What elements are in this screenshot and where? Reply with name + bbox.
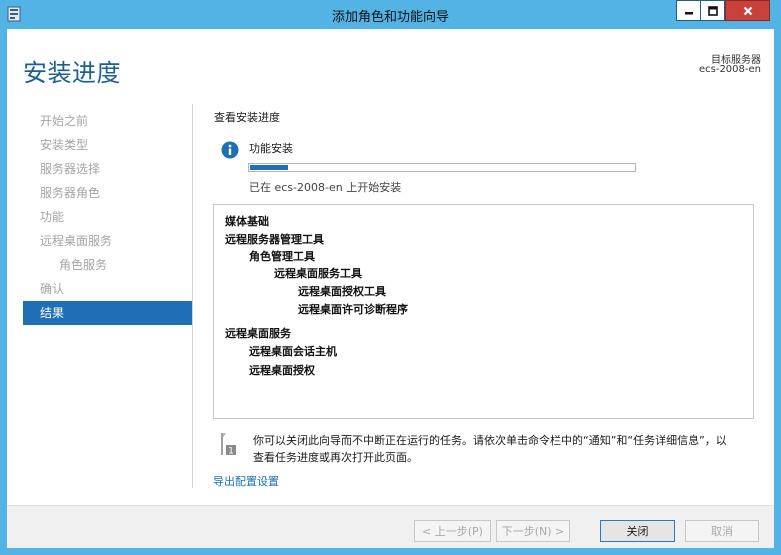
previous-button[interactable]: < 上一步(P) xyxy=(414,520,491,542)
nav-item-results[interactable]: 结果 xyxy=(23,301,192,325)
result-item: 远程桌面许可诊断程序 xyxy=(298,303,408,316)
nav-item-confirmation: 确认 xyxy=(40,282,65,296)
install-progress-bar xyxy=(248,163,636,172)
close-button[interactable]: 关闭 xyxy=(600,520,675,542)
info-icon xyxy=(221,141,239,159)
maximize-button[interactable] xyxy=(700,0,725,21)
cancel-button[interactable]: 取消 xyxy=(685,520,759,542)
result-item: 角色管理工具 xyxy=(249,250,315,263)
nav-divider xyxy=(192,104,193,488)
title-bar[interactable]: 添加角色和功能向导 xyxy=(0,0,781,29)
wizard-footer: < 上一步(P) 下一步(N) > 关闭 取消 xyxy=(7,505,774,548)
section-label: 查看安装进度 xyxy=(214,111,280,124)
nav-item-remote-desktop-services: 远程桌面服务 xyxy=(40,234,113,248)
close-icon xyxy=(743,6,752,15)
result-item: 媒体基础 xyxy=(225,215,269,228)
wizard-nav: 开始之前 安装类型 服务器选择 服务器角色 功能 远程桌面服务 角色服务 确认 … xyxy=(23,109,192,325)
close-wizard-note: 你可以关闭此向导而不中断正在运行的任务。请依次单击命令栏中的“通知”和“任务详细… xyxy=(253,432,761,466)
install-status-text: 已在 ecs-2008-en 上开始安装 xyxy=(249,181,402,194)
note-line: 查看任务进度或再次打开此页面。 xyxy=(253,451,418,464)
nav-item-before-you-begin: 开始之前 xyxy=(40,114,89,128)
nav-item-features: 功能 xyxy=(40,210,65,224)
window-title: 添加角色和功能向导 xyxy=(331,10,449,25)
maximize-icon xyxy=(707,5,718,16)
minimize-icon xyxy=(684,11,693,14)
result-item: 远程桌面服务工具 xyxy=(274,267,362,280)
target-server-name: ecs-2008-en xyxy=(698,64,761,75)
nav-item-server-roles: 服务器角色 xyxy=(40,186,101,200)
result-item: 远程桌面授权工具 xyxy=(298,285,386,298)
page-title: 安装进度 xyxy=(23,59,121,87)
nav-item-server-selection: 服务器选择 xyxy=(40,162,101,176)
close-window-button[interactable] xyxy=(725,0,770,21)
flag-note-icon: 1 xyxy=(221,433,236,457)
wizard-content: 安装进度 目标服务器 ecs-2008-en 开始之前 安装类型 服务器选择 服… xyxy=(7,29,774,548)
install-progress-fill xyxy=(250,165,288,170)
svg-text:1: 1 xyxy=(228,447,234,457)
next-button[interactable]: 下一步(N) > xyxy=(496,520,570,542)
minimize-button[interactable] xyxy=(676,0,700,21)
result-item: 远程服务器管理工具 xyxy=(225,233,324,246)
result-item: 远程桌面授权 xyxy=(249,364,315,377)
result-item: 远程桌面服务 xyxy=(225,327,291,340)
export-configuration-link[interactable]: 导出配置设置 xyxy=(213,473,279,489)
results-list[interactable]: 媒体基础 远程服务器管理工具 角色管理工具 远程桌面服务工具 远程桌面授权工具 … xyxy=(213,204,754,419)
wizard-window: 添加角色和功能向导 安装进度 目标服务器 ecs-2008-en 开始之前 安装… xyxy=(0,0,781,555)
feature-install-label: 功能安装 xyxy=(249,142,293,155)
result-item: 远程桌面会话主机 xyxy=(249,345,337,358)
nav-item-role-services: 角色服务 xyxy=(59,258,108,272)
note-line: 你可以关闭此向导而不中断正在运行的任务。请依次单击命令栏中的“通知”和“任务详细… xyxy=(253,434,727,447)
nav-item-installation-type: 安装类型 xyxy=(40,138,89,152)
